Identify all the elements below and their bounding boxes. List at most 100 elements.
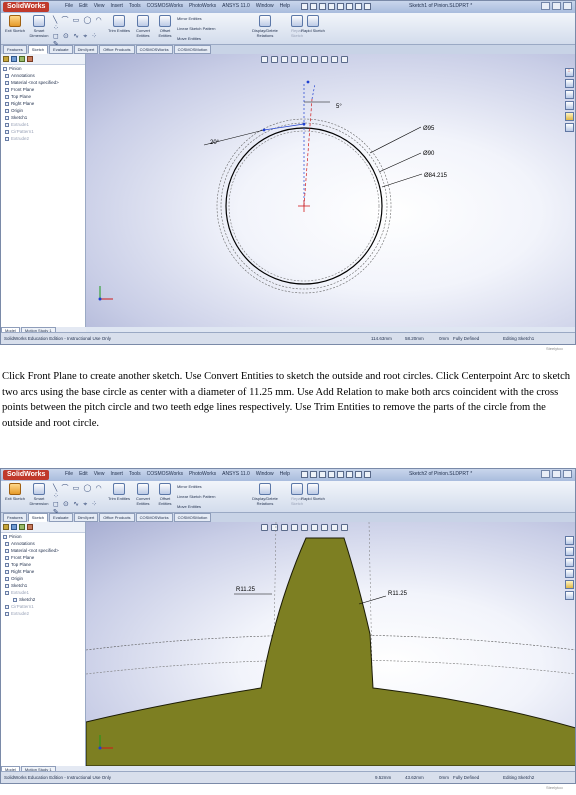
display-delete-relations-button[interactable]: Display/Delete Relations xyxy=(247,483,283,506)
tab-features[interactable]: Features xyxy=(3,45,27,54)
tree-item-annotations[interactable]: Annotations xyxy=(1,540,85,547)
radius-right-label[interactable]: R11.25 xyxy=(388,591,408,597)
menu-window[interactable]: Window xyxy=(256,471,274,477)
tree-item-front-plane[interactable]: Front Plane xyxy=(1,554,85,561)
tree-item-front-plane[interactable]: Front Plane xyxy=(1,86,85,93)
property-manager-icon[interactable] xyxy=(11,524,17,530)
options-icon[interactable] xyxy=(364,471,371,478)
new-document-icon[interactable] xyxy=(301,3,308,10)
open-folder-icon[interactable] xyxy=(310,3,317,10)
smart-dimension-button[interactable]: Smart Dimension xyxy=(27,483,51,506)
tree-item-top-plane[interactable]: Top Plane xyxy=(1,93,85,100)
convert-entities-button[interactable]: Convert Entities xyxy=(131,15,155,38)
menu-view[interactable]: View xyxy=(94,471,105,477)
d90-leader[interactable] xyxy=(378,152,422,173)
tree-item-extrude2[interactable]: Extrude2 xyxy=(1,610,85,617)
angle-20-label[interactable]: 20° xyxy=(210,140,220,146)
trim-entities-button[interactable]: Trim Entities xyxy=(107,15,131,33)
angle-5-label[interactable]: 5° xyxy=(336,104,342,110)
menu-insert[interactable]: Insert xyxy=(110,471,123,477)
configuration-manager-icon[interactable] xyxy=(19,56,25,62)
mirror-entities-button[interactable]: Mirror Entities xyxy=(177,484,202,489)
radius-right-leader[interactable] xyxy=(358,595,387,605)
gear-tooth-profile[interactable] xyxy=(86,537,576,766)
dimension-d84-label[interactable]: Ø84.215 xyxy=(424,173,448,179)
menu-file[interactable]: File xyxy=(65,3,73,9)
tree-item-material[interactable]: Material <not specified> xyxy=(1,79,85,86)
offset-entities-button[interactable]: Offset Entities xyxy=(153,483,177,506)
tree-item-annotations[interactable]: Annotations xyxy=(1,72,85,79)
open-folder-icon[interactable] xyxy=(310,471,317,478)
menu-tools[interactable]: Tools xyxy=(129,3,141,9)
tab-sketch[interactable]: Sketch xyxy=(27,513,49,522)
dimension-d90-label[interactable]: Ø90 xyxy=(423,151,435,157)
menu-view[interactable]: View xyxy=(94,3,105,9)
save-icon[interactable] xyxy=(319,3,326,10)
menu-edit[interactable]: Edit xyxy=(79,3,88,9)
tab-features[interactable]: Features xyxy=(3,513,27,522)
menu-ansys[interactable]: ANSYS 11.0 xyxy=(222,471,250,477)
tree-item-cirpattern1[interactable]: CirPattern1 xyxy=(1,603,85,610)
tab-sketch[interactable]: Sketch xyxy=(27,45,49,54)
maximize-icon[interactable] xyxy=(552,470,561,478)
save-icon[interactable] xyxy=(319,471,326,478)
sketch-tools-grid[interactable]: ╲ ⌒ ▭ ◯ ◠ ⁘◻ ⊙ ∿ ⌖ ⁘ ✎▢ ◇ ✚ ∗ ⋮ ⁑ xyxy=(53,484,103,532)
tree-item-sketch2[interactable]: Sketch2 xyxy=(1,596,85,603)
tree-item-extrude2[interactable]: Extrude2 xyxy=(1,135,85,142)
tab-cosmosmotion[interactable]: COSMOSMotion xyxy=(173,513,212,522)
tree-item-origin[interactable]: Origin xyxy=(1,575,85,582)
select-icon[interactable] xyxy=(346,3,353,10)
feature-manager-icon[interactable] xyxy=(3,524,9,530)
menu-photoworks[interactable]: PhotoWorks xyxy=(189,471,216,477)
tree-item-pinion[interactable]: Pinion xyxy=(1,533,85,540)
dimension-d95-label[interactable]: Ø95 xyxy=(423,126,435,132)
tree-item-origin[interactable]: Origin xyxy=(1,107,85,114)
menu-ansys[interactable]: ANSYS 11.0 xyxy=(222,3,250,9)
radius-left-label[interactable]: R11.25 xyxy=(236,587,256,593)
graphics-area[interactable]: 5° 20° Ø95 Ø90 Ø84.215 ⌗ xyxy=(86,54,575,327)
tree-item-right-plane[interactable]: Right Plane xyxy=(1,100,85,107)
exit-sketch-button[interactable]: Exit Sketch xyxy=(3,483,27,501)
d95-leader[interactable] xyxy=(369,126,422,154)
tree-item-cirpattern1[interactable]: CirPattern1 xyxy=(1,128,85,135)
new-document-icon[interactable] xyxy=(301,471,308,478)
minimize-icon[interactable] xyxy=(541,2,550,10)
maximize-icon[interactable] xyxy=(552,2,561,10)
menu-window[interactable]: Window xyxy=(256,3,274,9)
menu-help[interactable]: Help xyxy=(280,471,290,477)
menu-tools[interactable]: Tools xyxy=(129,471,141,477)
move-entities-button[interactable]: Move Entities xyxy=(177,504,201,509)
rapid-sketch-button[interactable]: Rapid Sketch xyxy=(301,483,325,501)
sketch-point[interactable] xyxy=(262,128,266,132)
tab-cosmosworks[interactable]: COSMOSWorks xyxy=(135,513,173,522)
exit-sketch-button[interactable]: Exit Sketch xyxy=(3,15,27,33)
tab-dimxpert[interactable]: DimXpert xyxy=(73,45,99,54)
tree-item-sketch1[interactable]: Sketch1 xyxy=(1,582,85,589)
tab-office-products[interactable]: Office Products xyxy=(99,45,135,54)
graphics-area[interactable]: R11.25 R11.25 xyxy=(86,522,576,766)
print-icon[interactable] xyxy=(328,471,335,478)
tab-office-products[interactable]: Office Products xyxy=(99,513,135,522)
property-manager-icon[interactable] xyxy=(11,56,17,62)
construction-line[interactable] xyxy=(311,83,316,100)
tree-item-extrude1[interactable]: Extrude1 xyxy=(1,589,85,596)
tab-evaluate[interactable]: Evaluate xyxy=(49,513,73,522)
rapid-sketch-button[interactable]: Rapid Sketch xyxy=(301,15,325,33)
rebuild-icon[interactable] xyxy=(355,471,362,478)
feature-manager-icon[interactable] xyxy=(3,56,9,62)
mirror-entities-button[interactable]: Mirror Entities xyxy=(177,16,202,21)
tab-cosmosworks[interactable]: COSMOSWorks xyxy=(135,45,173,54)
offset-entities-button[interactable]: Offset Entities xyxy=(153,15,177,38)
undo-icon[interactable] xyxy=(337,471,344,478)
smart-dimension-button[interactable]: Smart Dimension xyxy=(27,15,51,38)
display-delete-relations-button[interactable]: Display/Delete Relations xyxy=(247,15,283,38)
dimxpert-manager-icon[interactable] xyxy=(27,524,33,530)
convert-entities-button[interactable]: Convert Entities xyxy=(131,483,155,506)
rebuild-icon[interactable] xyxy=(355,3,362,10)
tab-cosmosmotion[interactable]: COSMOSMotion xyxy=(173,45,212,54)
move-entities-button[interactable]: Move Entities xyxy=(177,36,201,41)
select-icon[interactable] xyxy=(346,471,353,478)
tree-item-material[interactable]: Material <not specified> xyxy=(1,547,85,554)
menu-help[interactable]: Help xyxy=(280,3,290,9)
sketch-point[interactable] xyxy=(306,80,310,84)
